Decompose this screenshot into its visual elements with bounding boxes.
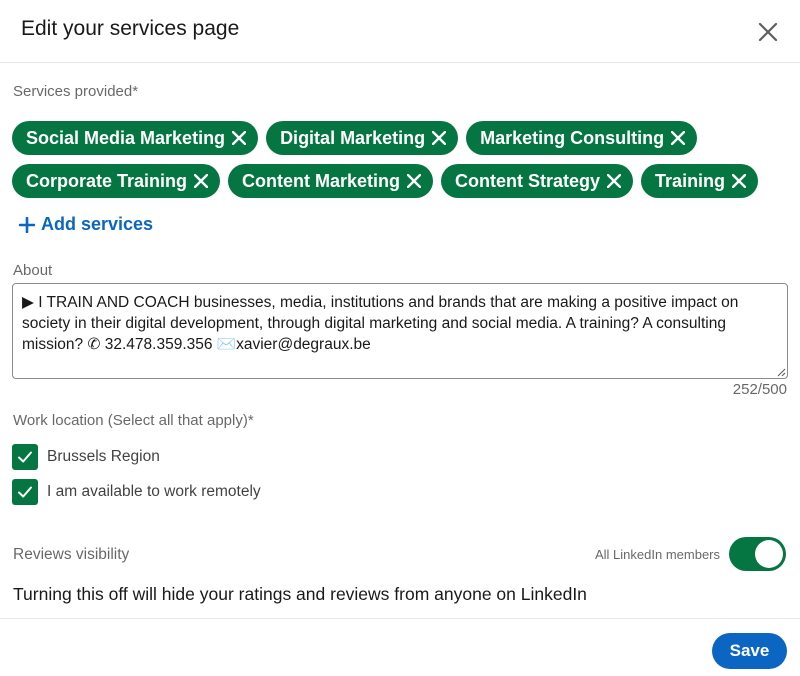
plus-icon — [19, 216, 35, 233]
modal-footer: Save — [0, 618, 800, 676]
service-pill[interactable]: Content Marketing — [228, 164, 434, 198]
reviews-visibility-label: Reviews visibility — [13, 546, 130, 563]
checkbox[interactable] — [12, 479, 38, 505]
toggle-label: All LinkedIn members — [595, 546, 720, 562]
reviews-visibility-control: All LinkedIn members — [595, 537, 786, 571]
checkbox-brussels-region[interactable]: Brussels Region — [12, 444, 160, 470]
toggle-knob — [755, 540, 783, 568]
character-count: 252/500 — [732, 381, 787, 398]
modal-title: Edit your services page — [21, 17, 240, 40]
save-button[interactable]: Save — [712, 633, 787, 669]
resize-grip-icon[interactable] — [776, 367, 786, 377]
service-pill-label: Social Media Marketing — [26, 127, 226, 148]
service-pill-label: Content Marketing — [242, 170, 401, 191]
remove-icon[interactable] — [607, 174, 622, 188]
close-button[interactable] — [752, 16, 784, 48]
service-pill-label: Marketing Consulting — [480, 127, 665, 148]
remove-icon[interactable] — [732, 174, 747, 188]
service-pill[interactable]: Digital Marketing — [266, 121, 459, 155]
remove-icon[interactable] — [194, 174, 209, 188]
edit-services-modal: Edit your services page Services provide… — [0, 0, 800, 676]
add-services-button[interactable]: Add services — [19, 214, 153, 235]
service-pill-label: Training — [655, 170, 726, 191]
remove-icon[interactable] — [671, 131, 686, 145]
checkbox-work-remotely[interactable]: I am available to work remotely — [12, 479, 261, 505]
about-textarea[interactable]: ▶ I TRAIN AND COACH businesses, media, i… — [12, 283, 788, 379]
reviews-visibility-toggle[interactable] — [729, 537, 786, 571]
services-row-1: Social Media Marketing Digital Marketing… — [12, 121, 698, 155]
service-pill[interactable]: Marketing Consulting — [466, 121, 698, 155]
service-pill[interactable]: Content Strategy — [441, 164, 634, 198]
service-pill-label: Content Strategy — [455, 170, 601, 191]
modal-header: Edit your services page — [0, 0, 800, 63]
service-pill[interactable]: Corporate Training — [12, 164, 221, 198]
checkmark-icon — [18, 486, 32, 498]
service-pill[interactable]: Social Media Marketing — [12, 121, 259, 155]
about-label: About — [13, 262, 53, 279]
service-pill-label: Digital Marketing — [280, 127, 426, 148]
service-pill-label: Corporate Training — [26, 170, 188, 191]
work-location-label: Work location (Select all that apply)* — [13, 412, 254, 429]
services-row-2: Corporate Training Content Marketing Con… — [12, 164, 759, 198]
checkmark-icon — [18, 451, 32, 463]
services-label: Services provided* — [13, 83, 139, 100]
close-icon — [758, 22, 778, 42]
about-text: ▶ I TRAIN AND COACH businesses, media, i… — [22, 294, 739, 353]
checkbox-label: I am available to work remotely — [47, 483, 261, 500]
checkbox[interactable] — [12, 444, 38, 470]
add-services-label: Add services — [41, 214, 154, 234]
checkbox-label: Brussels Region — [47, 448, 160, 465]
remove-icon[interactable] — [407, 174, 422, 188]
remove-icon[interactable] — [432, 131, 447, 145]
reviews-help-text: Turning this off will hide your ratings … — [13, 584, 587, 604]
service-pill[interactable]: Training — [641, 164, 759, 198]
remove-icon[interactable] — [232, 131, 247, 145]
